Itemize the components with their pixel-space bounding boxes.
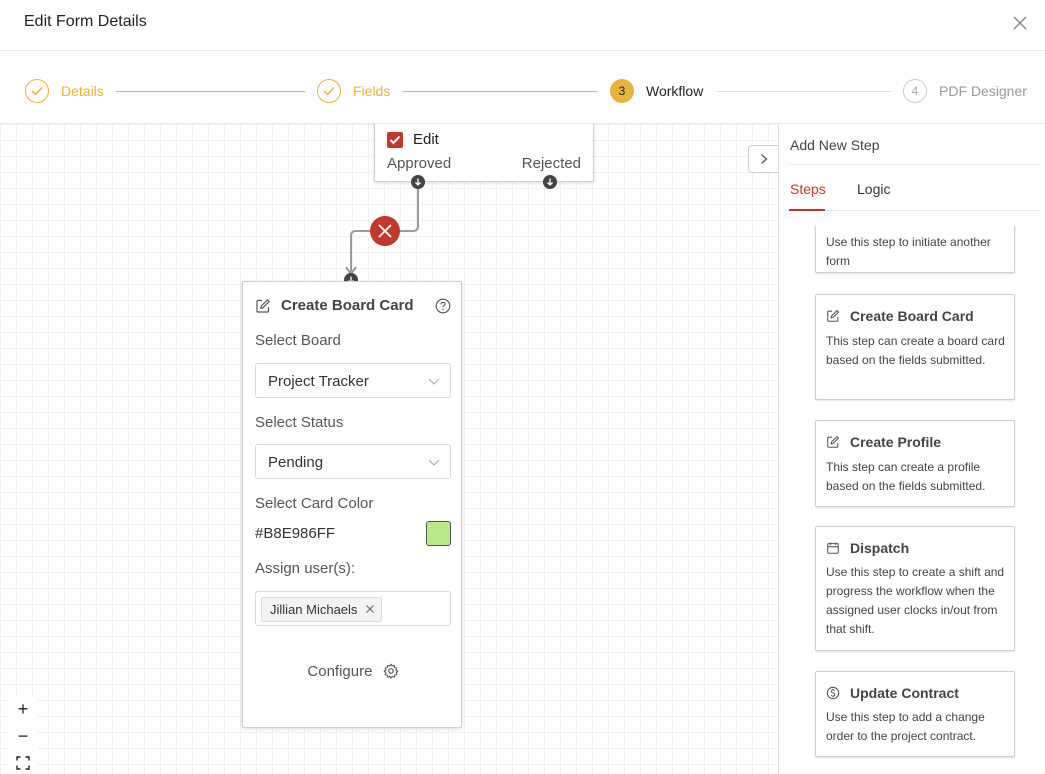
edit-step-node[interactable]: Edit Approved Rejected — [374, 124, 594, 182]
step-card-description: Use this step to initiate another form — [826, 235, 991, 268]
add-step-panel: Add New Step Steps Logic Use this step t… — [778, 124, 1045, 774]
node-header: Create Board Card — [255, 296, 451, 316]
step-label: Fields — [353, 83, 391, 99]
step-label: Workflow — [646, 83, 704, 99]
tab-logic[interactable]: Logic — [857, 181, 890, 197]
step-fields[interactable]: Fields — [317, 79, 390, 103]
board-select[interactable]: Project Tracker — [255, 363, 451, 398]
calendar-icon — [827, 542, 839, 554]
tab-steps[interactable]: Steps — [790, 181, 826, 197]
fit-view-button[interactable] — [9, 750, 37, 774]
fit-view-icon — [16, 756, 30, 770]
node-title: Create Board Card — [281, 297, 414, 314]
step-number: 4 — [903, 79, 927, 103]
stepper-connector — [116, 91, 305, 92]
modal-title: Edit Form Details — [24, 13, 147, 30]
approved-output-label: Approved — [387, 155, 452, 172]
check-icon — [25, 79, 49, 103]
user-tag-label: Jillian Michaels — [270, 602, 358, 617]
step-card-dispatch[interactable]: Dispatch Use this step to create a shift… — [815, 526, 1015, 651]
step-card-create-board-card[interactable]: Create Board Card This step can create a… — [815, 294, 1015, 400]
check-icon — [317, 79, 341, 103]
status-select-value: Pending — [268, 454, 324, 471]
active-tab-indicator — [789, 209, 825, 211]
close-icon — [378, 224, 392, 238]
step-label: Details — [61, 83, 104, 99]
zoom-in-button[interactable]: + — [9, 696, 37, 722]
board-select-value: Project Tracker — [268, 373, 369, 390]
configure-button[interactable]: Configure — [243, 662, 463, 680]
step-workflow[interactable]: 3 Workflow — [610, 79, 703, 103]
create-board-card-node[interactable]: Create Board Card Select Board Project T… — [242, 281, 462, 728]
checkbox-checked-icon[interactable] — [387, 132, 403, 148]
color-swatch[interactable] — [426, 521, 451, 546]
card-color-label: Select Card Color — [255, 495, 374, 512]
status-select[interactable]: Pending — [255, 444, 451, 479]
rejected-port-icon[interactable] — [543, 175, 557, 189]
step-card-initiate-form[interactable]: Use this step to initiate another form — [815, 226, 1015, 273]
panel-toggle-button[interactable] — [748, 145, 778, 173]
step-card-update-contract[interactable]: Update Contract Use this step to add a c… — [815, 671, 1015, 757]
step-label: PDF Designer — [939, 83, 1027, 99]
zoom-out-button[interactable]: − — [9, 723, 37, 749]
edit-icon — [827, 309, 840, 322]
panel-title: Add New Step — [790, 137, 880, 153]
stepper-connector — [717, 91, 891, 92]
chevron-right-icon — [760, 154, 767, 164]
modal-header: Edit Form Details — [0, 0, 1045, 51]
dollar-circle-icon — [826, 686, 840, 700]
divider — [789, 164, 1039, 165]
step-card-description: This step can create a board card based … — [826, 334, 1005, 367]
form-stepper: Details Fields 3 Workflow 4 PDF Designer — [0, 51, 1045, 124]
edit-icon — [256, 298, 271, 313]
card-color-value: #B8E986FF — [255, 525, 336, 542]
plus-icon: + — [17, 698, 29, 719]
select-status-label: Select Status — [255, 414, 344, 431]
minus-icon: − — [17, 725, 29, 746]
approved-port-icon[interactable] — [411, 175, 425, 189]
rejected-output-label: Rejected — [521, 155, 581, 172]
chevron-down-icon — [428, 378, 440, 385]
help-icon[interactable] — [435, 298, 451, 314]
close-icon[interactable] — [1011, 14, 1029, 32]
step-card-description: Use this step to add a change order to t… — [826, 710, 985, 743]
step-card-create-profile[interactable]: Create Profile This step can create a pr… — [815, 420, 1015, 507]
assign-users-input[interactable]: Jillian Michaels — [255, 591, 451, 626]
step-number: 3 — [610, 79, 634, 103]
edit-icon — [827, 435, 840, 448]
step-card-title: Create Profile — [850, 434, 942, 450]
step-card-title: Dispatch — [850, 540, 910, 556]
select-board-label: Select Board — [255, 332, 341, 349]
workflow-canvas[interactable]: Edit Approved Rejected Create Board Card… — [0, 124, 779, 774]
configure-label: Configure — [307, 662, 373, 680]
gear-icon — [383, 663, 398, 679]
step-card-title: Create Board Card — [850, 308, 974, 324]
step-details[interactable]: Details — [25, 79, 104, 103]
step-card-description: This step can create a profile based on … — [826, 460, 986, 493]
user-tag: Jillian Michaels — [261, 597, 383, 622]
delete-edge-button[interactable] — [370, 216, 400, 246]
tabs-divider — [789, 210, 1039, 211]
step-card-description: Use this step to create a shift and prog… — [826, 565, 1005, 636]
step-pdf-designer[interactable]: 4 PDF Designer — [903, 79, 1027, 103]
chevron-down-icon — [428, 459, 440, 466]
stepper-connector — [403, 91, 597, 92]
step-card-title: Update Contract — [850, 685, 959, 701]
node-title: Edit — [413, 131, 439, 148]
step-list[interactable]: Use this step to initiate another form C… — [779, 226, 1045, 774]
close-icon[interactable] — [364, 603, 376, 615]
assign-users-label: Assign user(s): — [255, 560, 356, 577]
